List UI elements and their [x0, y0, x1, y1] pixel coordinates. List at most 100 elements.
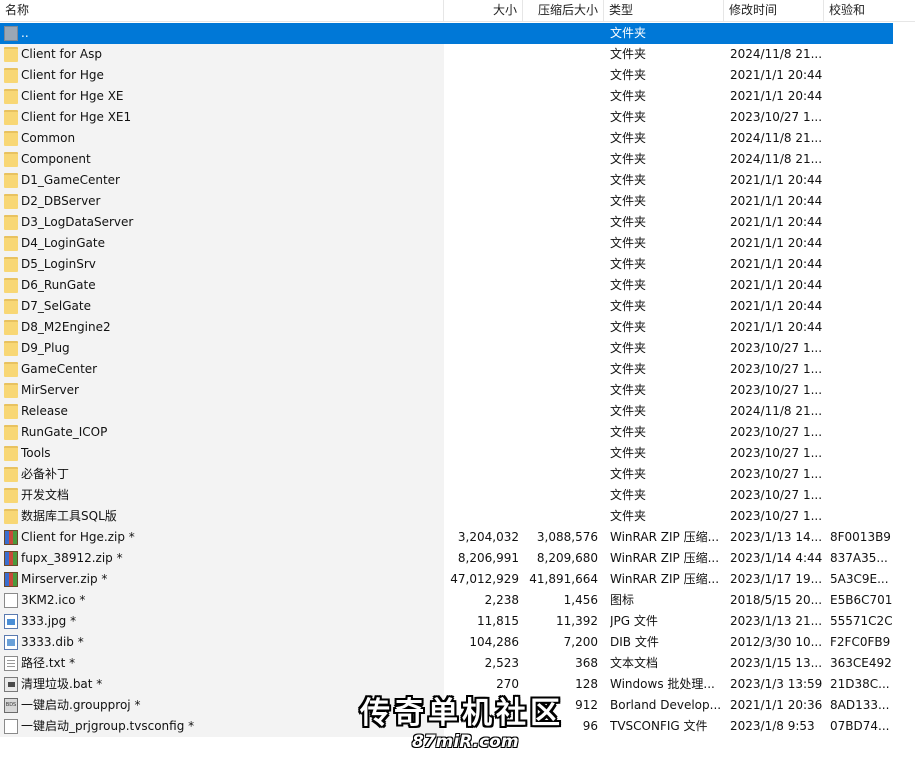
folder-icon [4, 236, 18, 251]
file-modified-time: 2023/10/27 1... [730, 488, 822, 502]
file-name-cell: D3_LogDataServer [0, 212, 444, 233]
file-row[interactable]: MirServer 文件夹 2023/10/27 1... [0, 380, 915, 401]
file-type: 文件夹 [610, 131, 647, 145]
file-checksum: 8F0013B9 [830, 530, 891, 544]
file-size [444, 86, 519, 107]
column-type-header[interactable]: 类型 [604, 0, 724, 21]
file-row[interactable]: 333.jpg * 11,815 11,392 JPG 文件 2023/1/13 21.… [0, 611, 915, 632]
file-size: 3,204,032 [457, 530, 519, 544]
file-row[interactable]: Mirserver.zip * 47,012,929 41,891,664 WinRA… [0, 569, 915, 590]
file-row[interactable]: 3KM2.ico * 2,238 1,456 图标 2018/5/15 20... E5B… [0, 590, 915, 611]
watermark-url: 87miR.com [412, 732, 519, 752]
folder-icon [4, 320, 18, 335]
file-row[interactable]: D7_SelGate 文件夹 2021/1/1 20:44 [0, 296, 915, 317]
file-modified-time: 2021/1/1 20:44 [730, 215, 822, 229]
column-header: 名称 ^ 大小 压缩后大小 类型 修改时间 校验和 [0, 0, 915, 22]
file-modified-time: 2021/1/1 20:44 [730, 257, 822, 271]
file-packed-size [523, 65, 598, 86]
file-row[interactable]: Release 文件夹 2024/11/8 21... [0, 401, 915, 422]
file-row[interactable]: 开发文档 文件夹 2023/10/27 1... [0, 485, 915, 506]
file-row[interactable]: Client for Hge XE 文件夹 2021/1/1 20:44 [0, 86, 915, 107]
folder-icon [4, 152, 18, 167]
file-name: 开发文档 [21, 488, 70, 502]
folder-icon [4, 257, 18, 272]
file-modified-time: 2021/1/1 20:36 [730, 698, 822, 712]
file-row[interactable]: D3_LogDataServer 文件夹 2021/1/1 20:44 [0, 212, 915, 233]
file-row[interactable]: 必备补丁 文件夹 2023/10/27 1... [0, 464, 915, 485]
file-modified-time: 2023/1/3 13:59 [730, 677, 822, 691]
file-row[interactable]: Client for Asp 文件夹 2024/11/8 21... [0, 44, 915, 65]
file-modified-time: 2021/1/1 20:44 [730, 89, 822, 103]
file-packed-size [523, 233, 598, 254]
file-modified-time: 2023/10/27 1... [730, 341, 822, 355]
file-row[interactable]: GameCenter 文件夹 2023/10/27 1... [0, 359, 915, 380]
file-type: DIB 文件 [610, 635, 659, 649]
file-modified-time: 2021/1/1 20:44 [730, 68, 822, 82]
file-row[interactable]: Client for Hge 文件夹 2021/1/1 20:44 [0, 65, 915, 86]
file-name: .. [21, 26, 29, 40]
file-type: 文件夹 [610, 68, 647, 82]
file-row[interactable]: 路径.txt * 2,523 368 文本文档 2023/1/15 13... 363CE… [0, 653, 915, 674]
file-checksum [830, 212, 915, 233]
file-row[interactable]: D5_LoginSrv 文件夹 2021/1/1 20:44 [0, 254, 915, 275]
file-row[interactable]: D2_DBServer 文件夹 2021/1/1 20:44 [0, 191, 915, 212]
file-row[interactable]: .. 文件夹 [0, 23, 893, 44]
file-row[interactable]: Tools 文件夹 2023/10/27 1... [0, 443, 915, 464]
file-packed-size: 11,392 [556, 614, 598, 628]
file-name: 清理垃圾.bat * [21, 677, 103, 691]
file-packed-size: 8,209,680 [536, 551, 598, 565]
file-type: 文件夹 [610, 215, 647, 229]
file-name: D1_GameCenter [21, 173, 120, 187]
file-name-cell: 路径.txt * [0, 653, 444, 674]
file-modified-time: 2024/11/8 21... [730, 131, 822, 145]
jpg-icon [4, 614, 18, 629]
column-crc-header[interactable]: 校验和 [824, 0, 915, 21]
file-row[interactable]: 3333.dib * 104,286 7,200 DIB 文件 2012/3/30 10… [0, 632, 915, 653]
folder-icon [4, 362, 18, 377]
file-modified-time: 2023/10/27 1... [730, 509, 822, 523]
file-size: 8,206,991 [457, 551, 519, 565]
file-type: 文本文档 [610, 656, 659, 670]
file-name-cell: 333.jpg * [0, 611, 444, 632]
bds-icon: BDS [4, 698, 18, 713]
file-row[interactable]: D9_Plug 文件夹 2023/10/27 1... [0, 338, 915, 359]
file-row[interactable]: Common 文件夹 2024/11/8 21... [0, 128, 915, 149]
file-row[interactable]: Component 文件夹 2024/11/8 21... [0, 149, 915, 170]
file-name-cell: Client for Hge [0, 65, 444, 86]
file-packed-size [523, 380, 598, 401]
file-row[interactable]: D1_GameCenter 文件夹 2021/1/1 20:44 [0, 170, 915, 191]
file-name-cell: Client for Hge.zip * [0, 527, 444, 548]
file-row[interactable]: fupx_38912.zip * 8,206,991 8,209,680 WinRAR… [0, 548, 915, 569]
column-size-header[interactable]: 大小 [444, 0, 523, 21]
file-modified-time: 2024/11/8 21... [730, 47, 822, 61]
file-size [444, 170, 519, 191]
file-name: 路径.txt * [21, 656, 76, 670]
file-packed-size [523, 296, 598, 317]
file-checksum: 5A3C9E... [830, 572, 889, 586]
file-name: Client for Asp [21, 47, 102, 61]
file-type: TVSCONFIG 文件 [610, 719, 708, 733]
file-name-cell: GameCenter [0, 359, 444, 380]
file-packed-size: 41,891,664 [529, 572, 598, 586]
file-packed-size [523, 338, 598, 359]
file-modified-time: 2024/11/8 21... [730, 404, 822, 418]
file-name: Component [21, 152, 91, 166]
file-row[interactable]: RunGate_ICOP 文件夹 2023/10/27 1... [0, 422, 915, 443]
column-packed-header[interactable]: 压缩后大小 [523, 0, 604, 21]
file-row[interactable]: D8_M2Engine2 文件夹 2021/1/1 20:44 [0, 317, 915, 338]
file-name-cell: D9_Plug [0, 338, 444, 359]
file-type: 文件夹 [610, 299, 647, 313]
file-name-cell: Tools [0, 443, 444, 464]
folder-icon [4, 68, 18, 83]
file-packed-size [523, 128, 598, 149]
watermark-title: 传奇单机社区 [360, 696, 564, 731]
column-mtime-header[interactable]: 修改时间 [724, 0, 824, 21]
file-row[interactable]: D6_RunGate 文件夹 2021/1/1 20:44 [0, 275, 915, 296]
file-row[interactable]: 数据库工具SQL版 文件夹 2023/10/27 1... [0, 506, 915, 527]
file-row[interactable]: D4_LoginGate 文件夹 2021/1/1 20:44 [0, 233, 915, 254]
file-name-cell: 开发文档 [0, 485, 444, 506]
file-row[interactable]: Client for Hge XE1 文件夹 2023/10/27 1... [0, 107, 915, 128]
file-name: 必备补丁 [21, 467, 70, 481]
file-type: 文件夹 [610, 383, 647, 397]
file-row[interactable]: Client for Hge.zip * 3,204,032 3,088,576 Wi… [0, 527, 915, 548]
